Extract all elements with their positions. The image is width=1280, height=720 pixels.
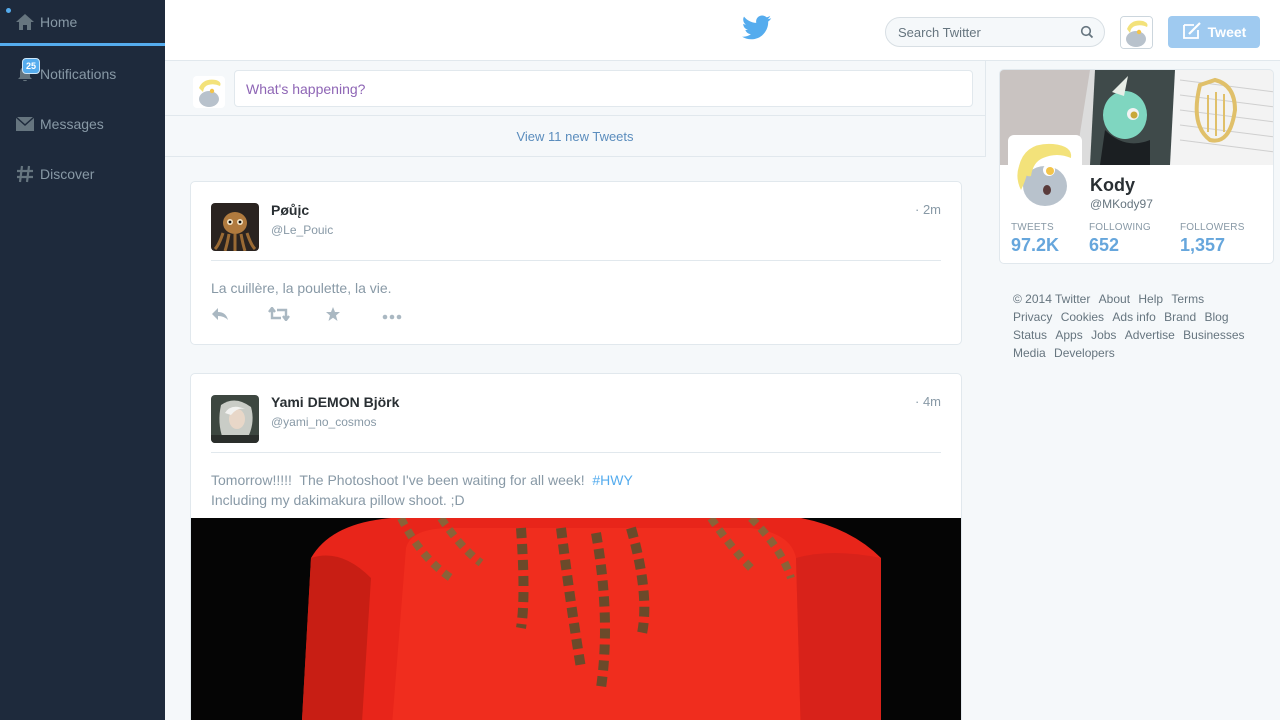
compose-placeholder: What's happening? [246, 80, 366, 97]
tweet-author-handle[interactable]: @yami_no_cosmos [271, 415, 377, 429]
compose-icon [1182, 21, 1202, 43]
footer-link-developers[interactable]: Developers [1054, 344, 1115, 362]
search-box[interactable] [885, 17, 1105, 47]
view-new-tweets-bar[interactable]: View 11 new Tweets [165, 116, 986, 157]
compose-tweet-button[interactable]: Tweet [1168, 16, 1260, 48]
home-icon [14, 11, 36, 33]
sidebar-item-home[interactable]: Home [0, 0, 165, 46]
tweet-divider [211, 452, 941, 453]
compose-avatar [193, 76, 225, 108]
star-icon [325, 306, 341, 327]
more-button[interactable] [382, 306, 439, 326]
search-input[interactable] [898, 24, 1078, 40]
footer-link-apps[interactable]: Apps [1055, 326, 1082, 344]
stat-tweets[interactable]: TWEETS 97.2K [1011, 222, 1059, 256]
footer-link-terms[interactable]: Terms [1171, 290, 1204, 308]
sidebar-item-discover[interactable]: Discover [0, 150, 165, 198]
sidebar-item-messages[interactable]: Messages [0, 100, 165, 148]
profile-avatar[interactable] [1008, 135, 1082, 209]
tweet-author-avatar[interactable] [211, 395, 259, 443]
more-dots-icon [382, 307, 402, 325]
compose-area: What's happening? [165, 61, 986, 116]
stat-value: 97.2K [1011, 235, 1060, 255]
stat-label: TWEETS [1011, 222, 1054, 233]
view-new-tweets-link[interactable]: View 11 new Tweets [516, 129, 633, 144]
profile-name[interactable]: Kody [1090, 175, 1135, 196]
sidebar-item-label: Notifications [40, 66, 117, 82]
footer-copyright: © 2014 Twitter [1013, 292, 1091, 306]
retweet-icon [268, 305, 290, 326]
footer-link-advertise[interactable]: Advertise [1125, 326, 1175, 344]
twitter-bird-icon[interactable] [742, 15, 772, 46]
footer-link-privacy[interactable]: Privacy [1013, 308, 1052, 326]
profile-card[interactable]: Kody @MKody97 TWEETS 97.2K FOLLOWING 652… [999, 69, 1274, 264]
stat-value: 1,357 [1180, 235, 1226, 255]
tweet-author-name[interactable]: Pøůįc [271, 202, 309, 218]
reply-icon [211, 307, 229, 326]
tweet-text-line1: Tomorrow!!!!! The Photoshoot I've been w… [211, 472, 593, 488]
tweet-timestamp[interactable]: · 4m [915, 394, 941, 409]
tweet-button-label: Tweet [1207, 24, 1247, 40]
tweet-card[interactable]: Pøůįc @Le_Pouic · 2m La cuillère, la pou… [190, 181, 962, 345]
user-avatar[interactable] [1120, 16, 1153, 49]
footer-link-about[interactable]: About [1099, 290, 1130, 308]
tweet-author-handle[interactable]: @Le_Pouic [271, 223, 333, 237]
sidebar-item-label: Messages [40, 116, 104, 132]
stat-label: FOLLOWERS [1180, 222, 1245, 233]
reply-button[interactable] [211, 306, 268, 326]
tweet-text: La cuillère, la poulette, la vie. [211, 280, 392, 296]
tweet-timestamp[interactable]: · 2m [915, 202, 941, 217]
footer-link-businesses[interactable]: Businesses [1183, 326, 1244, 344]
footer-link-ads-info[interactable]: Ads info [1112, 308, 1155, 326]
stat-value: 652 [1089, 235, 1120, 255]
tweet-author-avatar[interactable] [211, 203, 259, 251]
stat-followers[interactable]: FOLLOWERS 1,357 [1180, 222, 1245, 256]
footer-links: © 2014 Twitter About Help Terms Privacy … [1013, 290, 1253, 362]
hashtag-link[interactable]: #HWY [592, 472, 632, 488]
footer-link-blog[interactable]: Blog [1204, 308, 1228, 326]
footer-link-help[interactable]: Help [1138, 290, 1163, 308]
stat-label: FOLLOWING [1089, 222, 1151, 233]
sidebar-item-label: Discover [40, 166, 95, 182]
tweet-card[interactable]: Yami DEMON Björk @yami_no_cosmos · 4m To… [190, 373, 962, 720]
compose-tweet-input[interactable]: What's happening? [234, 70, 973, 107]
tweet-author-name[interactable]: Yami DEMON Björk [271, 394, 399, 410]
sidebar-item-label: Home [40, 13, 78, 30]
tweet-text-line2: Including my dakimakura pillow shoot. ;D [211, 492, 465, 508]
retweet-button[interactable] [268, 305, 325, 326]
footer-link-media[interactable]: Media [1013, 344, 1046, 362]
favorite-button[interactable] [325, 306, 382, 326]
profile-handle[interactable]: @MKody97 [1090, 197, 1153, 211]
notification-count-badge: 25 [22, 58, 40, 74]
footer-link-status[interactable]: Status [1013, 326, 1047, 344]
envelope-icon [14, 113, 36, 135]
top-bar: Tweet [165, 0, 1280, 61]
tweet-text: Tomorrow!!!!! The Photoshoot I've been w… [211, 470, 633, 510]
search-icon[interactable] [1080, 25, 1094, 44]
footer-link-jobs[interactable]: Jobs [1091, 326, 1116, 344]
hash-icon [14, 163, 36, 185]
tweet-actions [211, 305, 439, 326]
footer-link-cookies[interactable]: Cookies [1061, 308, 1104, 326]
stat-following[interactable]: FOLLOWING 652 [1089, 222, 1151, 256]
sidebar: Home Notifications 25 Messages Discover [0, 0, 165, 720]
tweet-photo[interactable] [191, 518, 961, 720]
tweet-divider [211, 260, 941, 261]
footer-link-brand[interactable]: Brand [1164, 308, 1196, 326]
